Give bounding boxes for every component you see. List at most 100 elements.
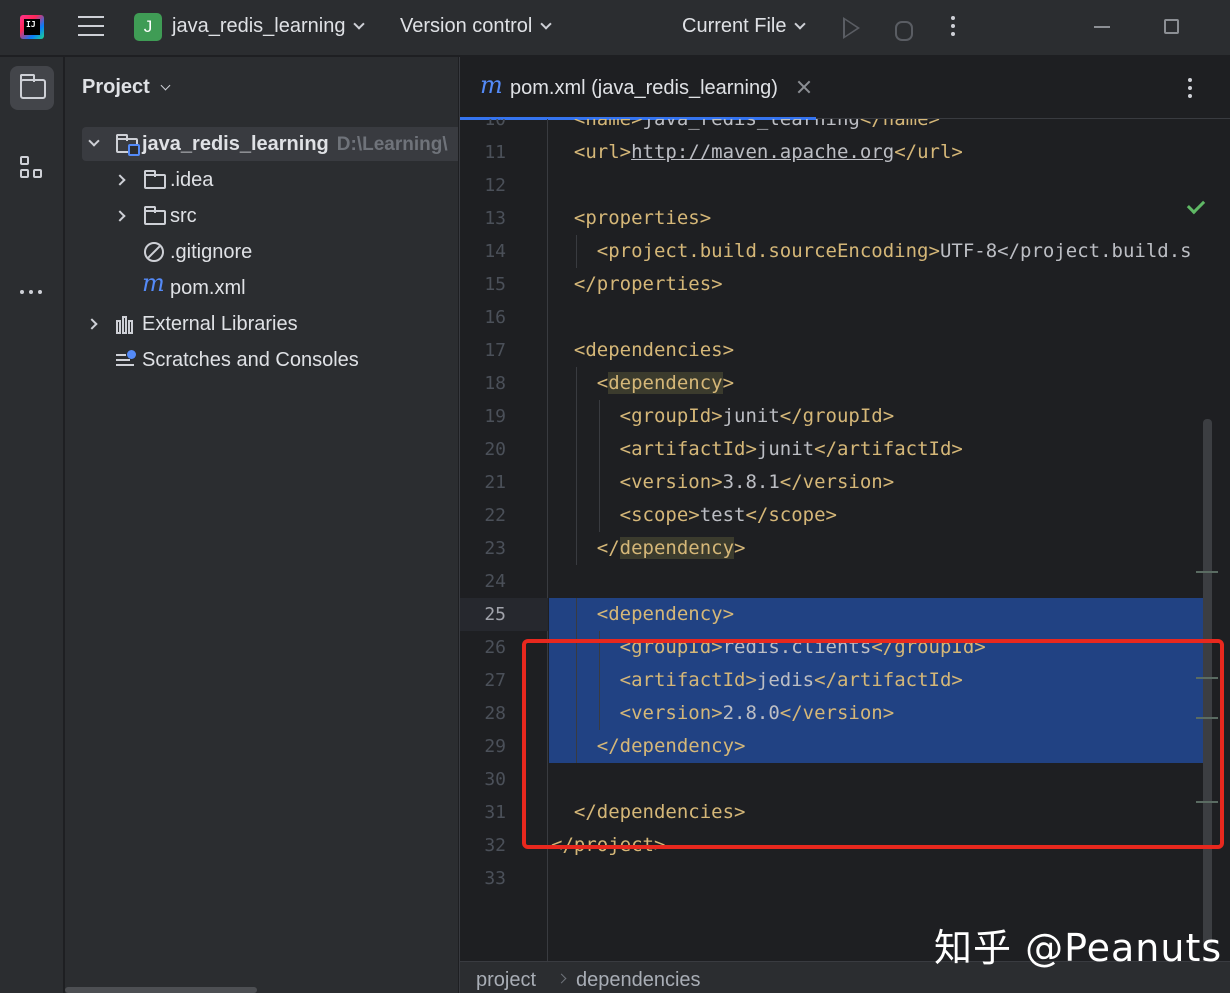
project-panel: Project java_redis_learning D:\Learning\ … xyxy=(65,57,458,993)
breadcrumb-item-dependencies[interactable]: dependencies xyxy=(576,964,701,993)
line-number: 15 xyxy=(484,274,506,295)
code-line[interactable]: 12 xyxy=(460,169,1230,202)
version-control-menu[interactable]: Version control xyxy=(400,15,552,38)
code-text: <url>http://maven.apache.org</url> xyxy=(573,141,963,163)
project-switcher[interactable]: java_redis_learning xyxy=(172,15,366,38)
line-number: 33 xyxy=(484,868,506,889)
code-text: <dependency> xyxy=(596,603,735,625)
tab-actions-icon[interactable] xyxy=(1188,78,1192,102)
tree-item-label: Scratches and Consoles xyxy=(142,349,359,371)
line-number: 10 xyxy=(484,119,506,130)
code-line[interactable]: 18 <dependency> xyxy=(460,367,1230,400)
code-text: <properties> xyxy=(573,207,712,229)
error-stripe-mark[interactable] xyxy=(1196,571,1218,573)
ignore-file-icon xyxy=(144,242,164,262)
code-line[interactable]: 25 <dependency> xyxy=(460,598,1230,631)
line-number: 25 xyxy=(484,604,506,625)
project-tool-button[interactable] xyxy=(10,66,54,110)
run-config-selector[interactable]: Current File xyxy=(682,15,807,38)
expand-arrow-icon[interactable] xyxy=(114,210,126,222)
tree-item-label: .gitignore xyxy=(170,241,253,263)
line-number: 23 xyxy=(484,538,506,559)
line-number: 12 xyxy=(484,175,506,196)
tree-item-external-libraries[interactable]: External Libraries xyxy=(82,307,458,341)
line-number: 32 xyxy=(484,835,506,856)
watermark: 知乎 @Peanuts xyxy=(934,926,1223,970)
line-number: 24 xyxy=(484,571,506,592)
code-line[interactable]: 13 <properties> xyxy=(460,202,1230,235)
code-text: <name>java_redis_learning</name> xyxy=(573,119,940,130)
version-control-label: Version control xyxy=(400,15,533,37)
breadcrumb-separator-icon xyxy=(556,973,567,984)
project-panel-title[interactable]: Project xyxy=(82,76,171,99)
code-line[interactable]: 11 <url>http://maven.apache.org</url> xyxy=(460,136,1230,169)
line-number: 17 xyxy=(484,340,506,361)
code-line[interactable]: 33 xyxy=(460,862,1230,895)
code-line[interactable]: 20 <artifactId>junit</artifactId> xyxy=(460,433,1230,466)
line-number: 26 xyxy=(484,637,506,658)
line-number: 13 xyxy=(484,208,506,229)
horizontal-scrollbar[interactable] xyxy=(65,987,257,993)
code-text: <dependency> xyxy=(596,372,735,394)
code-line[interactable]: 22 <scope>test</scope> xyxy=(460,499,1230,532)
line-number: 19 xyxy=(484,406,506,427)
code-line[interactable]: 23 </dependency> xyxy=(460,532,1230,565)
tree-item-gitignore[interactable]: .gitignore xyxy=(82,235,458,269)
expand-arrow-icon[interactable] xyxy=(86,318,98,330)
tree-item-scratches[interactable]: Scratches and Consoles xyxy=(82,343,458,377)
code-line[interactable]: 14 <project.build.sourceEncoding>UTF-8</… xyxy=(460,235,1230,268)
line-number: 21 xyxy=(484,472,506,493)
chevron-down-icon xyxy=(160,80,171,91)
expand-arrow-icon[interactable] xyxy=(114,174,126,186)
code-line[interactable]: 10 <name>java_redis_learning</name> xyxy=(460,119,1230,136)
intellij-logo-icon[interactable]: IJ xyxy=(20,15,44,39)
project-badge[interactable]: J xyxy=(134,13,162,41)
line-number: 30 xyxy=(484,769,506,790)
code-line[interactable]: 15 </properties> xyxy=(460,268,1230,301)
code-line[interactable]: 17 <dependencies> xyxy=(460,334,1230,367)
debug-icon[interactable] xyxy=(892,17,913,41)
more-tools-icon[interactable] xyxy=(20,279,47,298)
code-text: <project.build.sourceEncoding>UTF-8</pro… xyxy=(596,240,1192,262)
code-text: <artifactId>junit</artifactId> xyxy=(619,438,963,460)
line-number: 22 xyxy=(484,505,506,526)
line-number: 29 xyxy=(484,736,506,757)
code-line[interactable]: 19 <groupId>junit</groupId> xyxy=(460,400,1230,433)
structure-tool-button[interactable] xyxy=(10,145,54,189)
maximize-icon[interactable] xyxy=(1164,19,1179,34)
library-icon xyxy=(116,316,138,334)
main-menu-icon[interactable] xyxy=(78,16,104,38)
minimize-icon[interactable] xyxy=(1094,26,1110,28)
expand-arrow-icon[interactable] xyxy=(88,135,100,147)
breadcrumb-item-project[interactable]: project xyxy=(476,964,536,993)
tree-item-root[interactable]: java_redis_learning D:\Learning\ xyxy=(82,127,458,161)
project-name: java_redis_learning xyxy=(172,15,346,37)
tab-pom-xml[interactable]: m pom.xml (java_redis_learning) xyxy=(460,57,818,120)
close-icon[interactable] xyxy=(796,79,812,95)
maven-icon: m xyxy=(480,71,503,99)
code-text: </properties> xyxy=(573,273,723,295)
code-line[interactable]: 16 xyxy=(460,301,1230,334)
folder-icon xyxy=(20,74,46,99)
more-actions-icon[interactable] xyxy=(951,16,955,40)
run-icon[interactable] xyxy=(843,17,860,39)
tree-item-src[interactable]: src xyxy=(82,199,458,233)
code-line[interactable]: 21 <version>3.8.1</version> xyxy=(460,466,1230,499)
tree-item-label: pom.xml xyxy=(170,277,246,299)
tool-window-strip xyxy=(0,57,64,993)
code-text: <groupId>junit</groupId> xyxy=(619,405,895,427)
line-number: 11 xyxy=(484,142,506,163)
tree-item-idea[interactable]: .idea xyxy=(82,163,458,197)
tree-item-label: src xyxy=(170,205,197,227)
code-line[interactable]: 24 xyxy=(460,565,1230,598)
code-area[interactable]: 10 <name>java_redis_learning</name> 11 <u… xyxy=(460,119,1230,961)
line-number: 20 xyxy=(484,439,506,460)
line-number: 18 xyxy=(484,373,506,394)
chevron-down-icon xyxy=(540,18,552,30)
editor: m pom.xml (java_redis_learning) 10 <name… xyxy=(459,57,1230,993)
tree-item-pom[interactable]: m pom.xml xyxy=(82,269,458,305)
chevron-down-icon xyxy=(794,18,807,30)
editor-tab-bar: m pom.xml (java_redis_learning) xyxy=(460,57,1230,120)
line-number: 28 xyxy=(484,703,506,724)
code-text: <dependencies> xyxy=(573,339,735,361)
